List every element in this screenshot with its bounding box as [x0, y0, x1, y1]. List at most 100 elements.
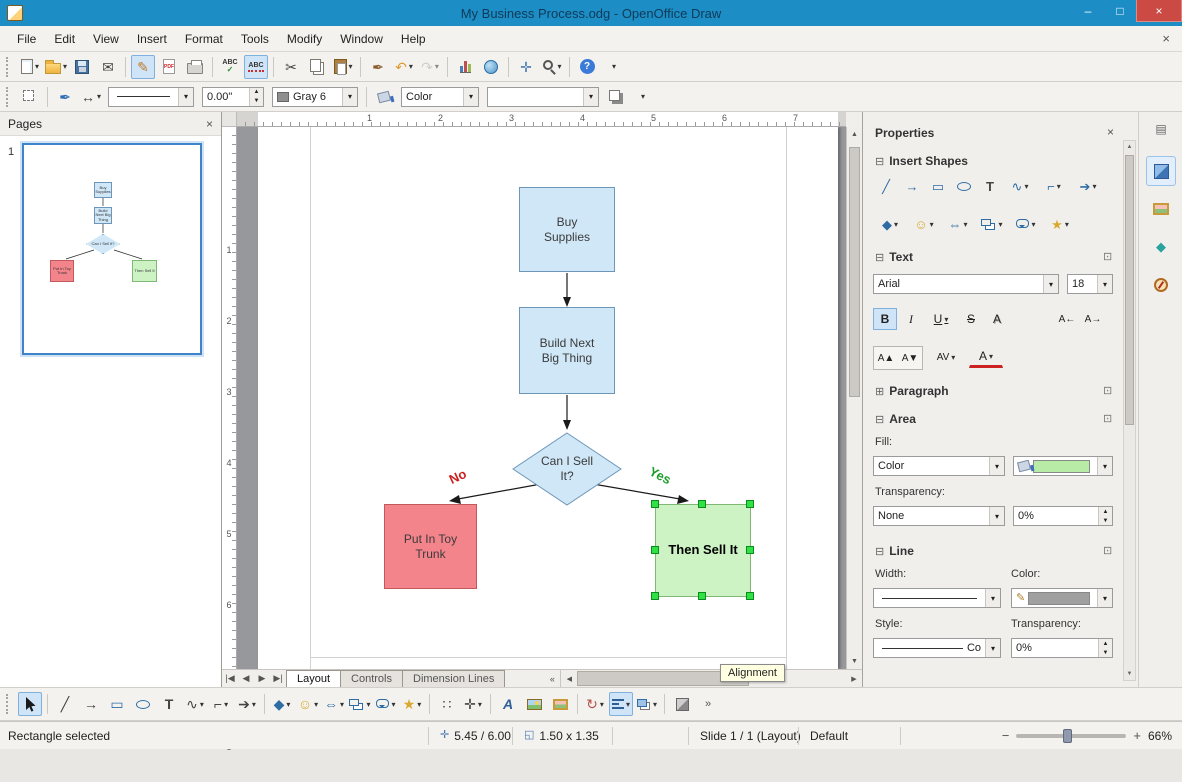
scrollbar-thumb[interactable] — [849, 147, 860, 397]
zoom-slider[interactable] — [1016, 734, 1126, 738]
zoom-button[interactable]: ▾ — [540, 55, 564, 79]
selection-handle[interactable] — [746, 592, 754, 600]
font-size-combo[interactable]: 18▾ — [1067, 274, 1113, 294]
menu-item[interactable]: Format — [176, 28, 232, 50]
toolbar-grip[interactable] — [6, 694, 12, 714]
menu-item[interactable]: Edit — [45, 28, 84, 50]
flowchart-node-buy-supplies[interactable]: Buy Supplies — [519, 187, 615, 272]
selection-handle[interactable] — [698, 592, 706, 600]
toolbar-grip[interactable] — [6, 57, 12, 77]
rotate-button[interactable]: ↻▾ — [583, 692, 607, 716]
scroll-up-icon[interactable]: ▲ — [1124, 141, 1135, 153]
sidebar-tab-styles[interactable]: ◆ — [1146, 232, 1176, 262]
toolbar-overflow-button[interactable]: » — [696, 692, 720, 716]
email-button[interactable]: ✉ — [96, 55, 120, 79]
sidebar-settings-icon[interactable]: ▤ — [1146, 118, 1176, 140]
tab-splitter-icon[interactable]: « — [544, 670, 560, 687]
scroll-down-icon[interactable]: ▼ — [1124, 668, 1135, 680]
open-button[interactable]: ▾ — [44, 55, 68, 79]
selection-handle[interactable] — [746, 546, 754, 554]
menu-item[interactable]: File — [8, 28, 45, 50]
section-insert-shapes[interactable]: ⊟ Insert Shapes — [875, 154, 968, 168]
increase-spacing-button[interactable]: A← — [1055, 308, 1079, 330]
line-width-combo[interactable]: ▾ — [873, 588, 1001, 608]
menu-item[interactable]: Modify — [278, 28, 331, 50]
menu-item[interactable]: Help — [392, 28, 435, 50]
toolbar-overflow-button[interactable]: ▾ — [601, 55, 625, 79]
flowchart-node-build-next-big-thing[interactable]: Build Next Big Thing — [519, 307, 615, 394]
toolbar-grip[interactable] — [6, 87, 12, 107]
drawing-viewport[interactable]: Buy Supplies Build Next Big Thing Can I … — [237, 127, 846, 669]
zoom-in-icon[interactable]: + — [1133, 728, 1141, 743]
select-tool-button[interactable] — [18, 692, 42, 716]
scroll-down-icon[interactable]: ▼ — [847, 654, 862, 669]
fill-type-combo[interactable]: Color▾ — [873, 456, 1005, 476]
zoom-slider-thumb[interactable] — [1063, 729, 1072, 743]
tab-dimension-lines[interactable]: Dimension Lines — [402, 670, 505, 687]
menu-item[interactable]: Insert — [128, 28, 176, 50]
export-pdf-button[interactable]: PDF — [157, 55, 181, 79]
symbol-shapes-button[interactable]: ☺▾ — [907, 212, 941, 236]
glue-points-button[interactable]: ✛▾ — [461, 692, 485, 716]
insert-rectangle-button[interactable]: ▭ — [925, 174, 951, 198]
insert-curve-button[interactable]: ∿▾ — [1003, 174, 1037, 198]
line-tool-button[interactable]: ╱ — [53, 692, 77, 716]
selection-handle[interactable] — [698, 500, 706, 508]
menu-item[interactable]: Tools — [232, 28, 278, 50]
scrollbar-thumb[interactable] — [1125, 155, 1134, 425]
section-line[interactable]: ⊟ Line — [875, 544, 914, 558]
rectangle-tool-button[interactable]: ▭ — [105, 692, 129, 716]
first-page-icon[interactable]: |◀ — [222, 670, 238, 687]
scroll-right-icon[interactable]: ▶ — [846, 670, 862, 687]
toolbar-overflow-button[interactable]: ▾ — [630, 85, 654, 109]
close-document-icon[interactable]: × — [1162, 31, 1170, 46]
bold-button[interactable]: B — [873, 308, 897, 330]
spin-down-icon[interactable]: ▼ — [1099, 516, 1112, 525]
block-arrows-button[interactable]: ⇔▾ — [941, 212, 975, 236]
line-transparency-spinner[interactable]: 0% ▲▼ — [1011, 638, 1113, 658]
spin-down-icon[interactable]: ▼ — [1099, 648, 1112, 657]
print-button[interactable] — [183, 55, 207, 79]
selection-handle[interactable] — [746, 500, 754, 508]
pages-panel-close-icon[interactable]: × — [206, 117, 213, 131]
line-dialog-button[interactable]: ✒ — [53, 85, 77, 109]
tab-layout[interactable]: Layout — [286, 670, 341, 687]
spin-up-icon[interactable]: ▲ — [250, 88, 263, 97]
gallery-button[interactable] — [548, 692, 572, 716]
insert-arrow-button[interactable]: → — [899, 174, 925, 198]
text-tool-button[interactable]: T — [157, 692, 181, 716]
cursor-position-field[interactable]: ✛ 5.45 / 6.00 — [440, 722, 511, 749]
text-section-options-icon[interactable]: ⊡ — [1103, 250, 1112, 263]
increase-font-button[interactable]: A▲ — [874, 347, 898, 369]
properties-scrollbar[interactable]: ▲ ▼ — [1123, 140, 1136, 681]
autospellcheck-button[interactable]: ABC — [244, 55, 268, 79]
sidebar-tab-gallery[interactable] — [1146, 194, 1176, 224]
line-style-combo[interactable]: ▾ — [108, 87, 194, 107]
flowchart-shapes-button[interactable]: ▾ — [348, 692, 372, 716]
spin-down-icon[interactable]: ▼ — [250, 97, 263, 106]
close-button[interactable]: × — [1136, 0, 1182, 22]
edit-mode-button[interactable]: ✎ — [131, 55, 155, 79]
menu-item[interactable]: View — [84, 28, 128, 50]
menu-item[interactable]: Window — [331, 28, 392, 50]
basic-shapes-button[interactable]: ◆▾ — [873, 212, 907, 236]
italic-button[interactable]: I — [899, 308, 923, 330]
ellipse-tool-button[interactable] — [131, 692, 155, 716]
flowchart-node-then-sell-it-selected[interactable]: Then Sell It — [655, 504, 751, 597]
last-page-icon[interactable]: ▶| — [270, 670, 286, 687]
maximize-button[interactable]: □ — [1104, 0, 1136, 22]
flowchart-shapes-button[interactable]: ▾ — [975, 212, 1009, 236]
strikethrough-button[interactable]: S — [959, 308, 983, 330]
next-page-icon[interactable]: ▶ — [254, 670, 270, 687]
symbol-shapes-button[interactable]: ☺▾ — [296, 692, 320, 716]
alignment-button[interactable]: ▾ — [609, 692, 633, 716]
block-arrows-button[interactable]: ⇔▾ — [322, 692, 346, 716]
insert-line-button[interactable]: ╱ — [873, 174, 899, 198]
tab-controls[interactable]: Controls — [340, 670, 403, 687]
basic-shapes-button[interactable]: ◆▾ — [270, 692, 294, 716]
font-name-combo[interactable]: Arial▾ — [873, 274, 1059, 294]
arrow-tool-button[interactable]: → — [79, 692, 103, 716]
section-paragraph[interactable]: ⊞ Paragraph — [875, 384, 949, 398]
section-area[interactable]: ⊟ Area — [875, 412, 916, 426]
character-spacing-button[interactable]: AV▾ — [929, 346, 963, 368]
